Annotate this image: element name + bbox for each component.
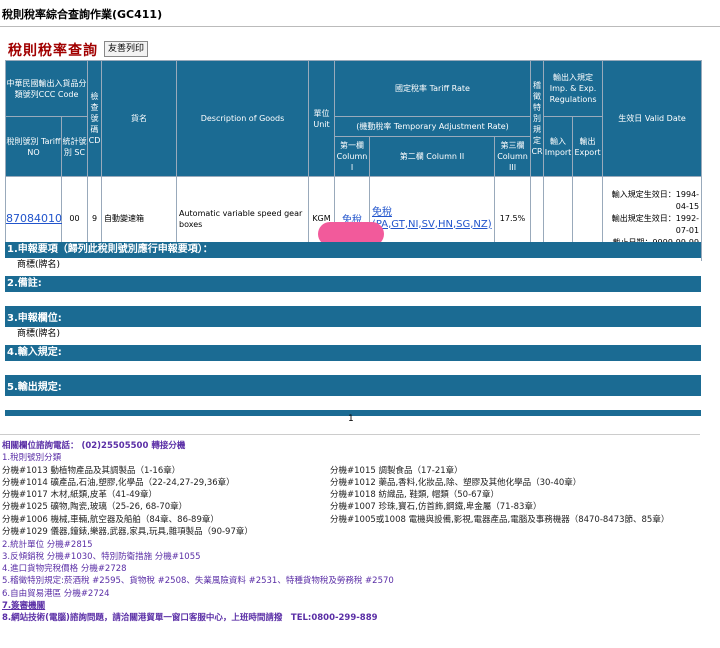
extension-item: 分機#1013 動植物產品及其調製品（1-16章） <box>2 465 181 476</box>
header-col3: 第三欄 Column III <box>493 136 532 177</box>
footer-item-2: 2.統計單位 分機#2815 <box>2 539 93 550</box>
header-col1: 第一欄 Column I <box>334 136 370 177</box>
footer-item-6: 6.自由貿易港區 分機#2724 <box>2 588 110 599</box>
section-body <box>5 292 701 306</box>
extension-item: 分機#1018 紡織品, 鞋類, 帽類（50-67章） <box>330 490 499 501</box>
header-goods-name: 貨名 <box>101 60 177 177</box>
extension-right: 分機#1015 調製食品（17-21章） 分機#1012 藥品,香料,化妝品,除… <box>330 465 669 526</box>
col2-rate-link[interactable]: 免稅 (PA,GT,NI,SV,HN,SG,NZ) <box>372 207 492 230</box>
header-check-code: 檢查號碼 CD <box>87 60 102 177</box>
section-title: 3.申報欄位: <box>5 311 701 327</box>
extension-item: 分機#1017 木材,紙類,皮革（41-49章） <box>2 490 158 501</box>
section-title: 4.輸入規定: <box>5 345 701 361</box>
extension-item: 分機#1015 調製食品（17-21章） <box>330 465 463 476</box>
header-temp-adj: (機動稅率 Temporary Adjustment Rate) <box>333 116 532 137</box>
section-2: 2.備註: <box>5 276 701 312</box>
extension-list: 分機#1013 動植物產品及其調製品（1-16章） 分機#1014 礦產品,石油… <box>0 465 720 539</box>
main-title: 稅則稅率查詢 <box>8 43 98 59</box>
footer-item-5: 5.稽徵特別規定:菸酒稅 #2595、貨物稅 #2508、失業風險資料 #253… <box>2 576 394 587</box>
page-number: 1 <box>348 414 354 424</box>
header-export: 輸出 Export <box>572 116 604 177</box>
section-1: 1.申報要項（歸列此稅則號別應行申報要項）： 商標(牌名) <box>5 242 701 272</box>
section-body <box>5 361 701 375</box>
section-title: 1.申報要項（歸列此稅則號別應行申報要項）： <box>5 242 701 258</box>
header-ccc-code: 中華民國輸出入貨品分類號列CCC Code <box>5 60 88 117</box>
footer-item-3: 3.反傾銷稅 分機#1030、特別防衛措施 分機#1055 <box>2 551 201 562</box>
footer-item-7-link[interactable]: 7.簽審機關 <box>2 601 45 611</box>
header-stat-no: 統計號別 SC <box>61 116 88 177</box>
header-unit: 單位 Unit <box>308 60 335 177</box>
extension-item: 分機#1006 機械,車輛,航空器及船舶（84章、86-89章） <box>2 514 219 525</box>
header-description: Description of Goods <box>176 60 309 177</box>
header-valid-date: 生效日 Valid Date <box>602 60 703 177</box>
extension-item: 分機#1025 礦物,陶瓷,玻璃（25-26, 68-70章） <box>2 502 188 513</box>
extension-item: 分機#1029 儀器,鐘錶,樂器,武器,家具,玩具,雜項製品（90-97章） <box>2 527 253 538</box>
extension-item: 分機#1007 珍珠,寶石,仿首飾,鋼鐵,卑金屬（71-83章） <box>330 502 542 513</box>
title-divider <box>0 26 720 27</box>
section-body: 商標(牌名) <box>5 327 701 341</box>
extension-item: 分機#1014 礦產品,石油,塑膠,化學品（22-24,27-29,36章） <box>2 477 235 488</box>
section-5: 5.輸出規定: <box>5 380 701 416</box>
extension-item: 分機#1005或1008 電機與設備,影視,電器產品,電腦及事務機器（8470-… <box>330 514 670 525</box>
header-col2: 第二欄 Column II <box>369 136 495 177</box>
footer: 相關欄位諮詢電話： (02)25505500 轉接分機 1.稅則號別分類 分機#… <box>0 440 720 625</box>
header-special: 稽徵特別規定 CR <box>530 60 545 177</box>
header-regulations: 輸出入規定 Imp. & Exp. Regulations <box>543 60 604 117</box>
header-tariff-rate: 國定稅率 Tariff Rate <box>333 60 532 117</box>
header-import: 輸入 Import <box>543 116 574 177</box>
section-3: 3.申報欄位: 商標(牌名) <box>5 311 701 341</box>
contact-phone: 相關欄位諮詢電話： (02)25505500 轉接分機 <box>2 441 186 451</box>
section-title: 2.備註: <box>5 276 701 292</box>
tariff-no-link[interactable]: 87084010 <box>6 212 62 225</box>
valid-export-date: 輸出規定生效日：1992-07-01 <box>611 213 700 235</box>
extension-item: 分機#1012 藥品,香料,化妝品,除、塑膠及其他化學品（30-40章） <box>330 477 582 488</box>
page-title: 稅則稅率綜合查詢作業(GC411) <box>2 8 163 21</box>
print-button[interactable]: 友善列印 <box>104 41 149 57</box>
section-title: 5.輸出規定: <box>5 380 701 396</box>
footer-item-4: 4.進口貨物完稅價格 分機#2728 <box>2 564 127 575</box>
section-body <box>5 396 701 410</box>
section-4: 4.輸入規定: <box>5 345 701 381</box>
valid-import-date: 輸入規定生效日：1994-04-15 <box>611 189 700 211</box>
extension-left: 分機#1013 動植物產品及其調製品（1-16章） 分機#1014 礦產品,石油… <box>2 465 253 539</box>
footer-item-1: 1.稅則號別分類 <box>2 453 62 464</box>
footer-item-8: 8.網站技術(電腦)諮詢問題，請洽關港貿單一窗口客服中心，上班時間請撥 TEL:… <box>2 613 378 624</box>
header-tariff-no: 稅則號別 Tariff NO <box>5 116 62 177</box>
section-body: 商標(牌名) <box>5 258 701 272</box>
footer-divider <box>0 434 700 435</box>
